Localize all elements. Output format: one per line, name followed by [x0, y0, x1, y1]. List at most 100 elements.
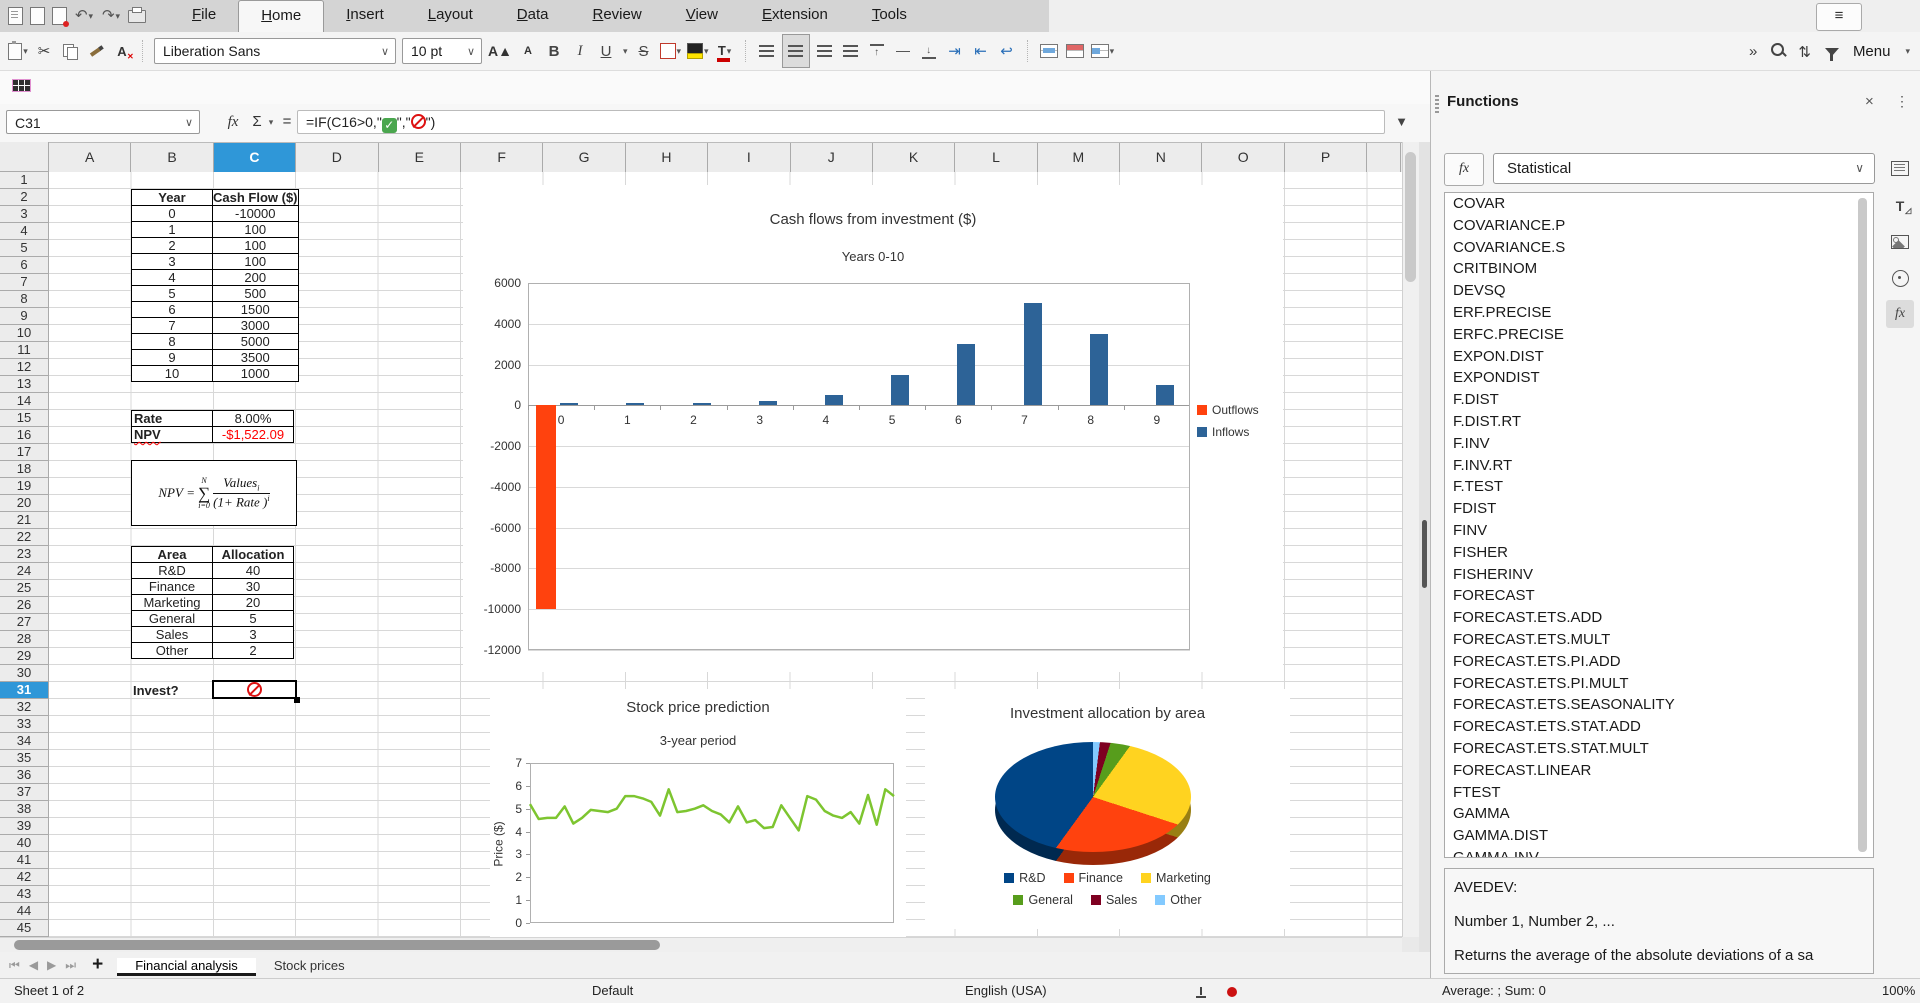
paste-button[interactable]: ▾: [8, 38, 28, 64]
row-header-18[interactable]: 18: [0, 461, 49, 478]
center-vertically-button[interactable]: [893, 38, 913, 64]
data-cell[interactable]: 6: [132, 302, 213, 318]
align-right-button[interactable]: [815, 38, 835, 64]
inflow-bar[interactable]: [1156, 385, 1174, 405]
last-sheet-icon[interactable]: ⏭: [65, 958, 76, 973]
paste-dropdown-icon[interactable]: ▾: [23, 46, 28, 57]
row-header-36[interactable]: 36: [0, 767, 49, 784]
data-cell[interactable]: Marketing: [132, 595, 213, 611]
hamburger-menu-button[interactable]: ≡: [1816, 3, 1862, 31]
decrease-indent-button[interactable]: ⇤: [971, 38, 991, 64]
column-header-H[interactable]: H: [626, 143, 708, 173]
row-header-14[interactable]: 14: [0, 393, 49, 410]
function-list-item[interactable]: GAMMA: [1453, 803, 1873, 825]
sheet-tab-stock-prices[interactable]: Stock prices: [256, 958, 363, 973]
row-header-17[interactable]: 17: [0, 444, 49, 461]
function-list-item[interactable]: FORECAST.ETS.PI.MULT: [1453, 673, 1873, 695]
font-size-combobox[interactable]: 10 pt ∨: [402, 38, 482, 64]
row-header-15[interactable]: 15: [0, 410, 49, 427]
column-header-J[interactable]: J: [791, 143, 873, 173]
function-list-item[interactable]: FORECAST.ETS.STAT.ADD: [1453, 716, 1873, 738]
toolbar-overflow-button[interactable]: »: [1749, 43, 1757, 60]
underline-dropdown-icon[interactable]: ▾: [623, 46, 628, 57]
menubar-tab-insert[interactable]: Insert: [324, 0, 406, 32]
row-header-10[interactable]: 10: [0, 325, 49, 342]
row-header-19[interactable]: 19: [0, 478, 49, 495]
row-header-13[interactable]: 13: [0, 376, 49, 393]
autosum-dropdown-icon[interactable]: ▾: [266, 110, 276, 134]
justify-button[interactable]: [841, 38, 861, 64]
data-cell[interactable]: 1000: [213, 366, 299, 382]
first-sheet-icon[interactable]: ⏮: [9, 958, 20, 973]
menubar-tab-data[interactable]: Data: [495, 0, 571, 32]
row-header-16[interactable]: 16: [0, 427, 49, 444]
inflow-bar[interactable]: [759, 401, 777, 405]
merge-dropdown-icon[interactable]: ▾: [1110, 46, 1115, 57]
undo-dropdown-icon[interactable]: ▾: [89, 11, 94, 22]
row-header-24[interactable]: 24: [0, 563, 49, 580]
add-sheet-button[interactable]: +: [92, 954, 103, 976]
sheet-tab-financial-analysis[interactable]: Financial analysis: [117, 958, 256, 976]
pie-surface[interactable]: [995, 742, 1191, 852]
new-document-icon[interactable]: [8, 7, 23, 25]
font-color-button[interactable]: T▾: [715, 38, 735, 64]
sidebar-splitter[interactable]: [1419, 142, 1430, 978]
expand-formula-bar-icon[interactable]: ▼: [1395, 114, 1408, 129]
menubar-tab-file[interactable]: File: [170, 0, 238, 32]
function-wizard-button[interactable]: fx: [222, 110, 244, 134]
increase-font-size-button[interactable]: A▲: [488, 38, 512, 64]
function-list-item[interactable]: FORECAST.LINEAR: [1453, 760, 1873, 782]
function-list-item[interactable]: GAMMA.DIST: [1453, 825, 1873, 847]
row-header-9[interactable]: 9: [0, 308, 49, 325]
row-header-3[interactable]: 3: [0, 206, 49, 223]
row-header-35[interactable]: 35: [0, 750, 49, 767]
npv-label-cell[interactable]: NPV: [132, 427, 213, 443]
page-style[interactable]: Default: [592, 983, 633, 998]
column-header-B[interactable]: B: [131, 143, 213, 173]
align-center-button[interactable]: [783, 35, 809, 67]
row-header-5[interactable]: 5: [0, 240, 49, 257]
inflow-bar[interactable]: [957, 344, 975, 405]
data-cell[interactable]: 2: [132, 238, 213, 254]
wrap-text-button[interactable]: ↩: [997, 38, 1017, 64]
vertical-scrollbar-thumb[interactable]: [1405, 152, 1416, 282]
outflow-bar[interactable]: [536, 405, 556, 609]
highlight-dropdown-icon[interactable]: ▾: [704, 46, 709, 57]
fill-handle[interactable]: [294, 697, 300, 703]
open-document-icon[interactable]: [30, 7, 45, 25]
inflow-bar[interactable]: [1090, 334, 1108, 405]
align-top-button[interactable]: ↑: [867, 38, 887, 64]
find-button[interactable]: [1771, 43, 1784, 61]
functions-deck-button[interactable]: fx: [1886, 300, 1914, 328]
function-list-item[interactable]: EXPON.DIST: [1453, 346, 1873, 368]
column-header-O[interactable]: O: [1202, 143, 1284, 173]
function-list-item[interactable]: COVAR: [1453, 193, 1873, 215]
selection-stats[interactable]: Average: ; Sum: 0: [1442, 983, 1546, 998]
data-cell[interactable]: General: [132, 611, 213, 627]
function-list-item[interactable]: EXPONDIST: [1453, 367, 1873, 389]
next-sheet-icon[interactable]: ▶: [47, 958, 56, 972]
navigator-deck-button[interactable]: [1886, 264, 1914, 292]
menubar-tab-extension[interactable]: Extension: [740, 0, 850, 32]
row-header-44[interactable]: 44: [0, 903, 49, 920]
row-header-30[interactable]: 30: [0, 665, 49, 682]
data-cell[interactable]: 9: [132, 350, 213, 366]
column-header-P[interactable]: P: [1285, 143, 1367, 173]
data-cell[interactable]: 100: [213, 254, 299, 270]
styles-deck-button[interactable]: T: [1886, 192, 1914, 220]
splitter-grip[interactable]: [1422, 520, 1427, 588]
unmerge-cells-button[interactable]: ▾: [1091, 38, 1115, 64]
function-list-item[interactable]: F.TEST: [1453, 476, 1873, 498]
autosum-button[interactable]: Σ: [248, 110, 266, 134]
row-header-21[interactable]: 21: [0, 512, 49, 529]
data-cell[interactable]: Finance: [132, 579, 213, 595]
inflow-bar[interactable]: [1024, 303, 1042, 405]
horizontal-scrollbar[interactable]: [0, 937, 1402, 953]
function-list-item[interactable]: FISHERINV: [1453, 564, 1873, 586]
panel-menu-icon[interactable]: ⋮: [1895, 93, 1909, 110]
row-header-28[interactable]: 28: [0, 631, 49, 648]
function-list-item[interactable]: FORECAST.ETS.PI.ADD: [1453, 651, 1873, 673]
function-list-item[interactable]: ERFC.PRECISE: [1453, 324, 1873, 346]
clone-formatting-button[interactable]: [86, 38, 106, 64]
row-header-2[interactable]: 2: [0, 189, 49, 206]
